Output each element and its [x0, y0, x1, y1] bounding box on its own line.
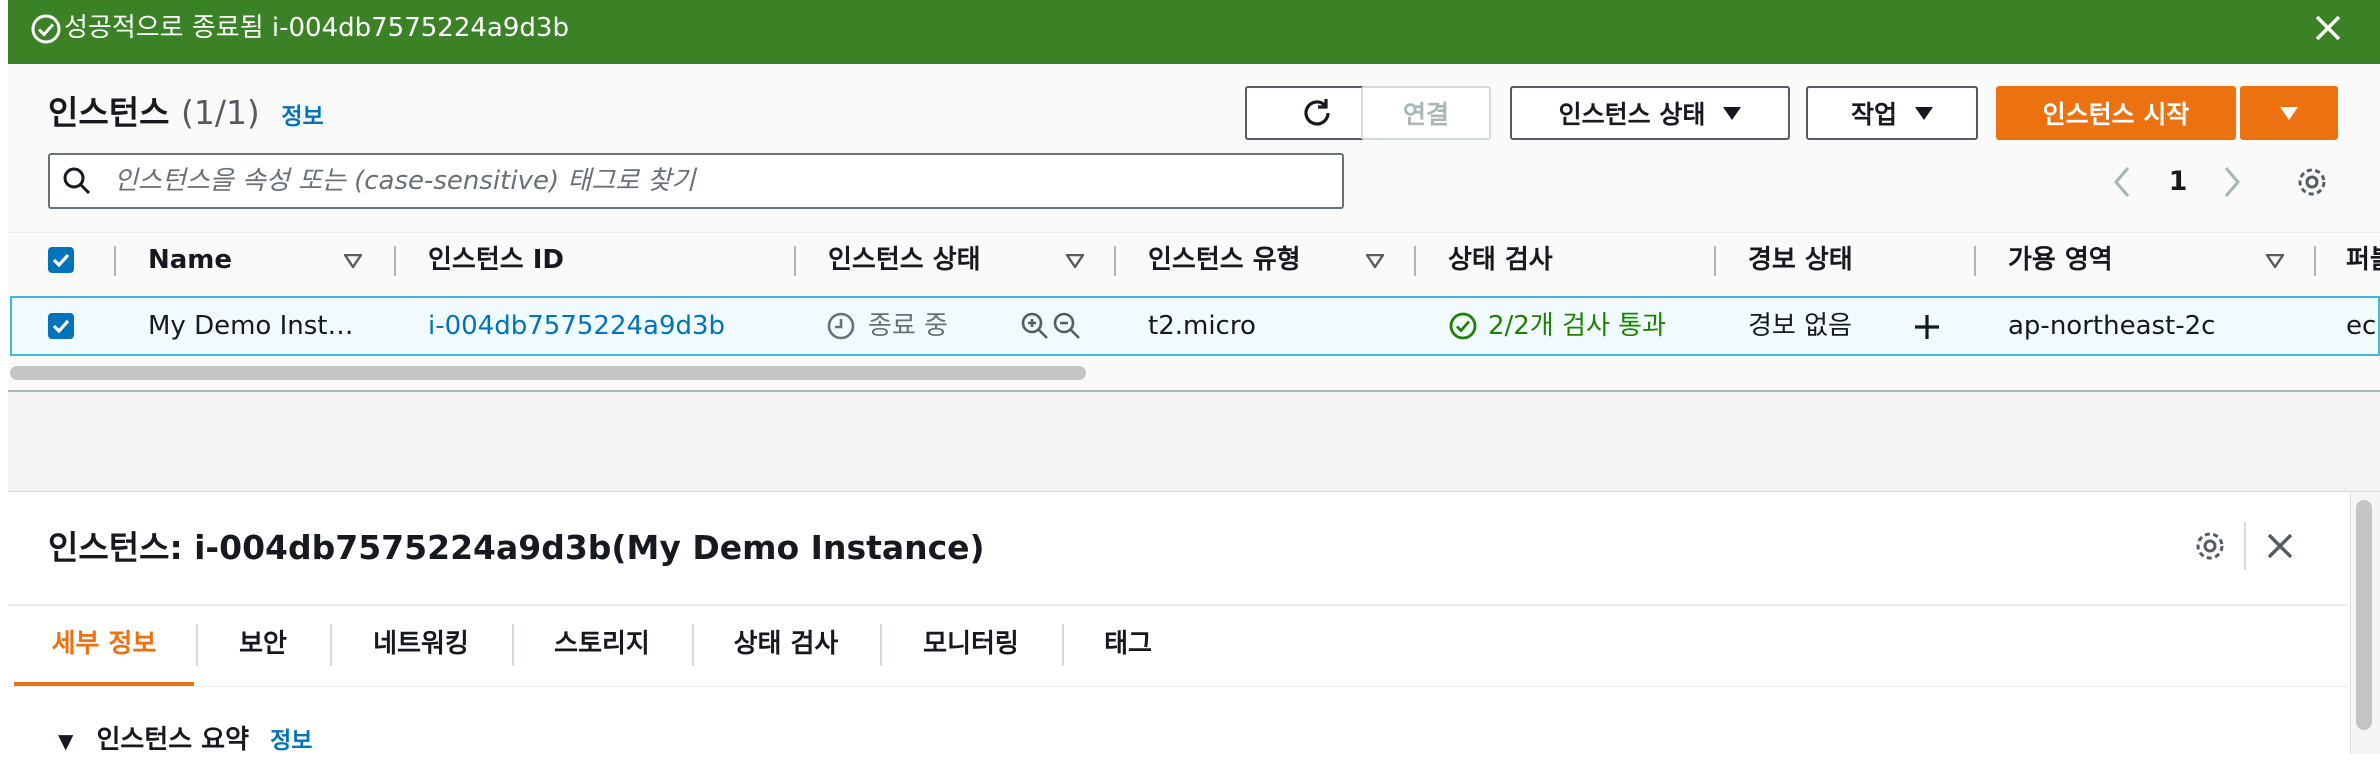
- cell-instance-type: t2.micro: [1148, 311, 1256, 341]
- column-divider: [1714, 246, 1716, 276]
- caret-down-icon: [2280, 106, 2298, 120]
- vertical-scrollbar-thumb[interactable]: [2356, 500, 2372, 730]
- table-settings-button[interactable]: [2294, 164, 2330, 200]
- column-divider: [114, 246, 116, 276]
- column-header-name[interactable]: Name: [148, 232, 232, 288]
- zoom-out-icon: [1053, 312, 1080, 339]
- column-divider: [1974, 246, 1976, 276]
- gear-icon: [2298, 168, 2326, 196]
- add-alarm-button[interactable]: [1912, 312, 1942, 342]
- tab-tags[interactable]: 태그: [1064, 614, 1192, 674]
- instances-count: (1/1): [180, 93, 260, 132]
- actions-dropdown[interactable]: 작업: [1806, 86, 1978, 140]
- close-icon: [2315, 15, 2341, 41]
- cell-instance-id-link[interactable]: i-004db7575224a9d3b: [428, 296, 725, 356]
- column-header-instance-state[interactable]: 인스턴스 상태: [828, 232, 981, 288]
- column-header-instance-id[interactable]: 인스턴스 ID: [428, 232, 564, 288]
- sort-icon: [1066, 254, 1084, 268]
- cell-name: My Demo Inst…: [148, 311, 354, 341]
- details-settings-button[interactable]: [2192, 528, 2228, 564]
- instance-state-dropdown[interactable]: 인스턴스 상태: [1510, 86, 1790, 140]
- gear-icon: [2196, 532, 2224, 560]
- column-header-public-dns[interactable]: 퍼블: [2346, 232, 2380, 288]
- column-divider: [394, 246, 396, 276]
- page-number[interactable]: 1: [2160, 162, 2196, 202]
- column-divider: [1114, 246, 1116, 276]
- success-check-icon: [30, 13, 62, 45]
- tab-security[interactable]: 보안: [198, 614, 328, 674]
- caret-down-icon: [1915, 106, 1933, 120]
- tabs-top-border: [8, 604, 2348, 606]
- select-all-checkbox[interactable]: [48, 247, 74, 273]
- column-header-status-check[interactable]: 상태 검사: [1448, 232, 1553, 288]
- instances-info-link[interactable]: 정보: [281, 104, 323, 130]
- previous-page-button[interactable]: [2108, 164, 2136, 200]
- flash-message: 성공적으로 종료됨 i-004db7575224a9d3b: [64, 13, 569, 43]
- instances-title: 인스턴스 (1/1) 정보: [48, 90, 324, 136]
- next-page-button[interactable]: [2218, 164, 2246, 200]
- close-details-button[interactable]: [2264, 530, 2296, 562]
- check-icon: [52, 253, 70, 268]
- tab-monitoring[interactable]: 모니터링: [882, 614, 1060, 674]
- column-divider: [2314, 246, 2316, 276]
- zoom-out-filter-button[interactable]: [1052, 311, 1082, 341]
- tabs-bottom-border: [8, 686, 2348, 687]
- zoom-in-filter-button[interactable]: [1020, 311, 1050, 341]
- cell-instance-state: 종료 중: [868, 311, 949, 341]
- column-header-alarm-status[interactable]: 경보 상태: [1748, 232, 1853, 288]
- instances-title-text: 인스턴스: [48, 93, 170, 132]
- dismiss-flash-button[interactable]: [2312, 12, 2344, 44]
- sort-icon: [1366, 254, 1384, 268]
- search-placeholder: 인스턴스을 속성 또는 (case-sensitive) 태그로 찾기: [114, 166, 696, 196]
- column-divider: [794, 246, 796, 276]
- tab-networking[interactable]: 네트워킹: [332, 614, 510, 674]
- tab-status-checks[interactable]: 상태 검사: [694, 614, 878, 674]
- caret-down-icon: ▼: [58, 729, 74, 753]
- column-divider: [1414, 246, 1416, 276]
- clock-icon: [826, 311, 856, 341]
- tab-storage[interactable]: 스토리지: [514, 614, 690, 674]
- instance-summary-info-link[interactable]: 정보: [270, 728, 312, 754]
- caret-down-icon: [1723, 106, 1742, 120]
- split-panel-gutter: [8, 390, 2380, 492]
- chevron-right-icon: [2224, 166, 2241, 198]
- instance-summary-title: 인스턴스 요약: [96, 725, 250, 755]
- launch-options-dropdown[interactable]: [2240, 86, 2338, 140]
- details-divider: [2244, 522, 2246, 570]
- row-checkbox[interactable]: [48, 313, 74, 339]
- column-header-instance-type[interactable]: 인스턴스 유형: [1148, 232, 1301, 288]
- status-ok-icon: [1448, 311, 1478, 341]
- plus-icon: [1915, 315, 1939, 339]
- connect-button[interactable]: 연결: [1361, 86, 1491, 140]
- cell-availability-zone: ap-northeast-2c: [2008, 311, 2216, 341]
- check-icon: [52, 319, 70, 334]
- sort-icon: [2266, 254, 2284, 268]
- cell-public-dns: ec: [2346, 311, 2377, 341]
- instance-state-label: 인스턴스 상태: [1558, 100, 1706, 129]
- instance-summary-header[interactable]: ▼ 인스턴스 요약 정보: [58, 720, 312, 760]
- actions-label: 작업: [1850, 100, 1897, 129]
- chevron-left-icon: [2113, 166, 2130, 198]
- refresh-icon: [1304, 99, 1330, 126]
- cell-alarm-status: 경보 없음: [1748, 311, 1852, 341]
- column-header-availability-zone[interactable]: 가용 영역: [2008, 232, 2113, 288]
- tab-details[interactable]: 세부 정보: [14, 614, 194, 674]
- zoom-in-icon: [1021, 312, 1048, 339]
- close-icon: [2267, 533, 2293, 559]
- launch-instances-button[interactable]: 인스턴스 시작: [1996, 86, 2236, 140]
- horizontal-scrollbar-thumb[interactable]: [10, 366, 1086, 380]
- sort-icon: [344, 254, 362, 268]
- details-title: 인스턴스: i-004db7575224a9d3b(My Demo Instan…: [48, 528, 985, 567]
- cell-status-check[interactable]: 2/2개 검사 통과: [1488, 296, 1666, 356]
- search-icon: [62, 166, 92, 196]
